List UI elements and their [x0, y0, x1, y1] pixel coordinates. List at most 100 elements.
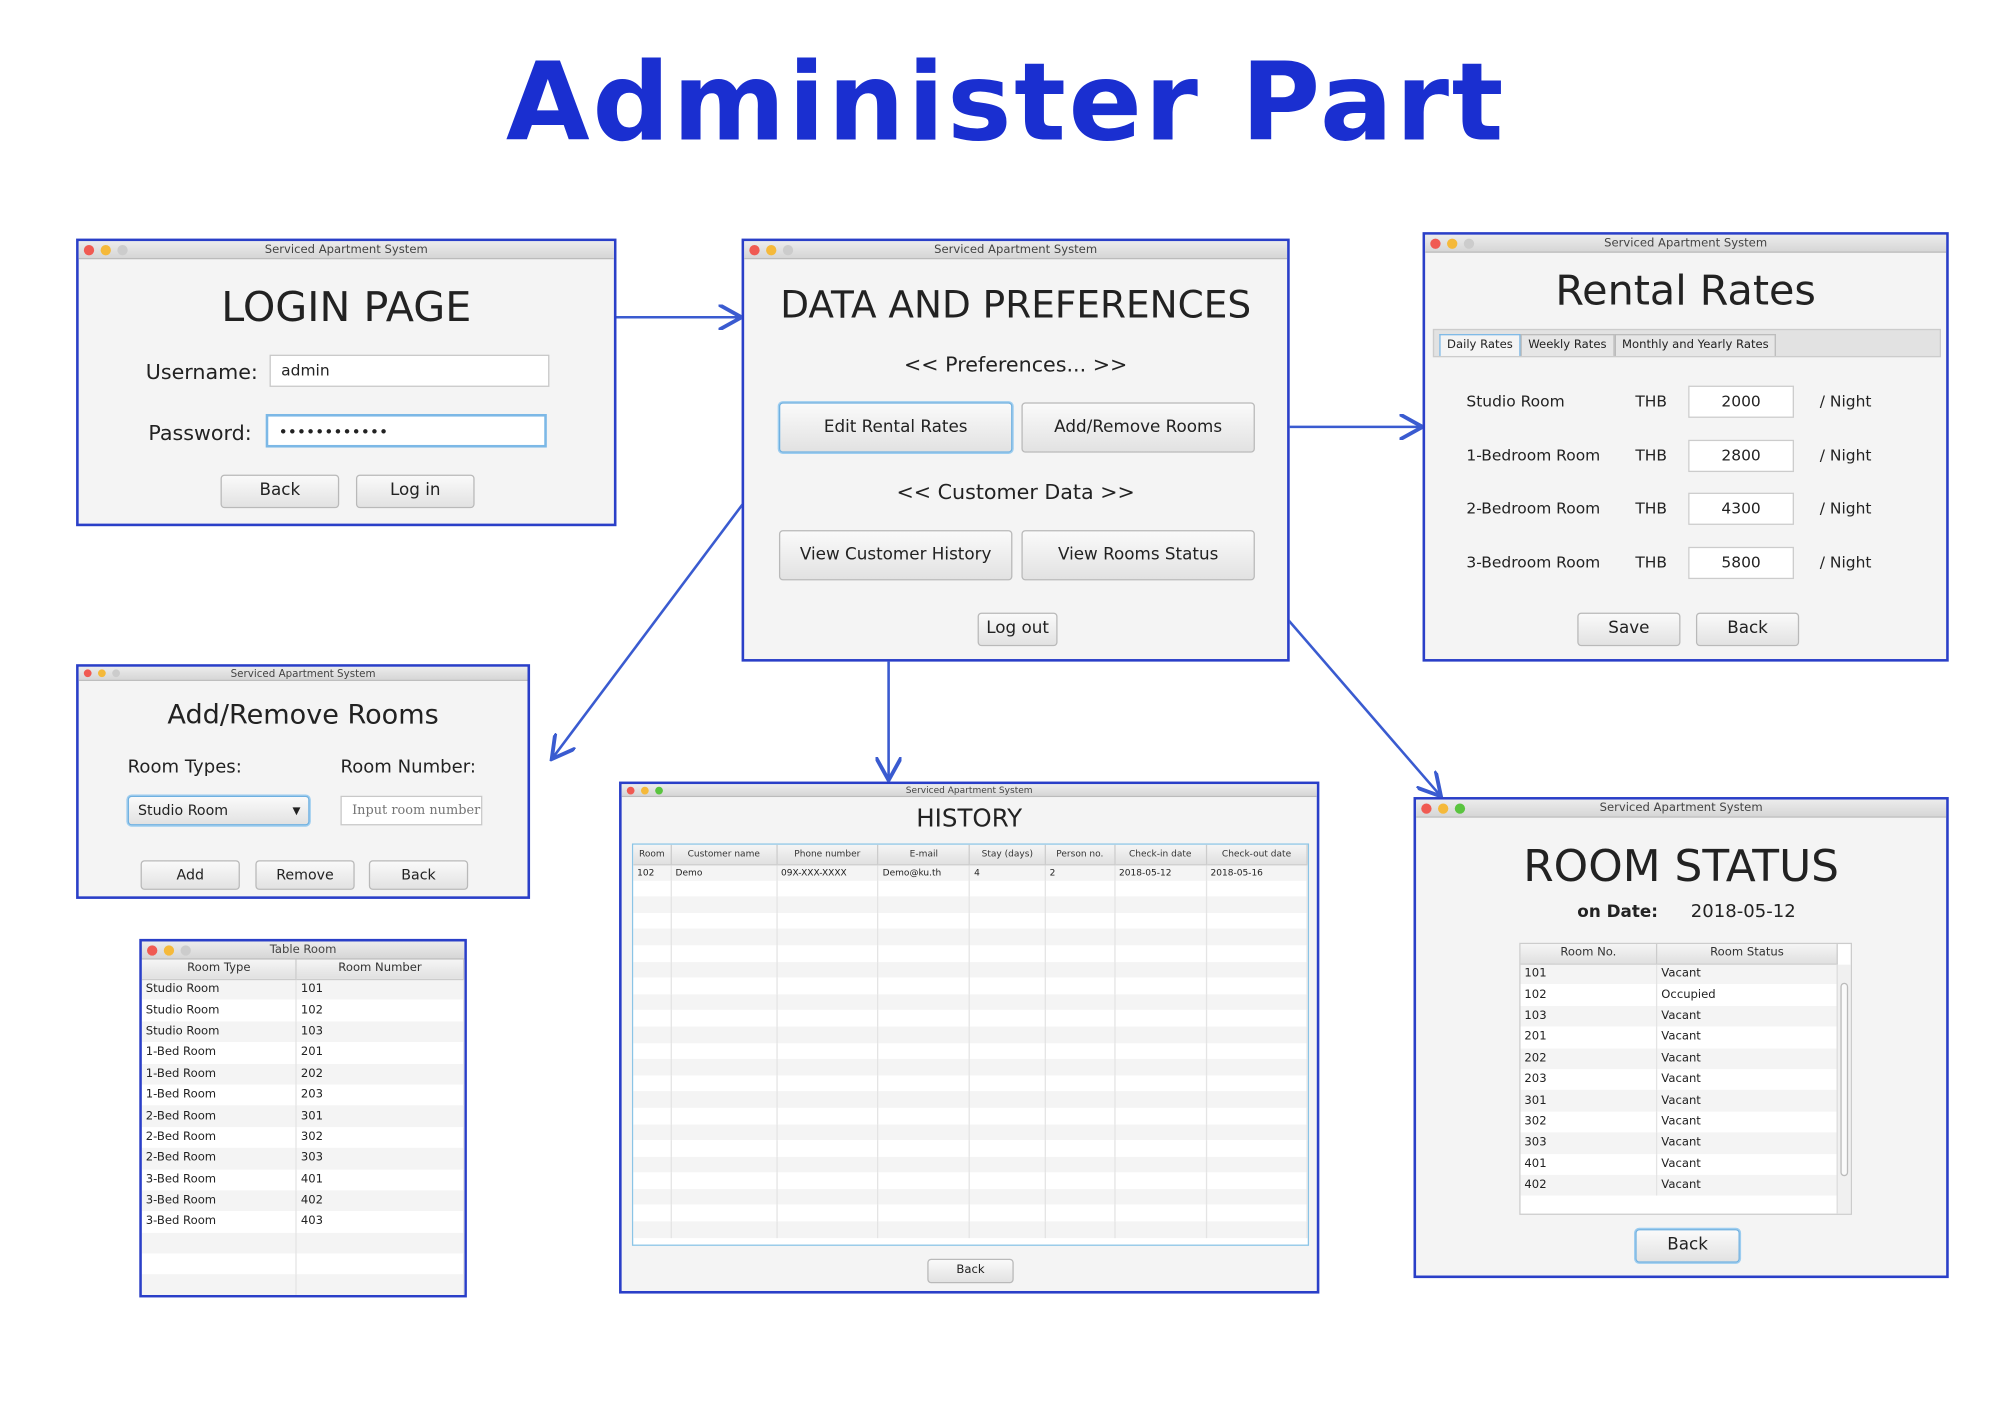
column-header[interactable]: Check-out date	[1205, 844, 1308, 865]
tab-0[interactable]: Daily Rates	[1439, 334, 1521, 356]
zoom-icon[interactable]	[1454, 803, 1466, 814]
table-row[interactable]: 1-Bed Room 203	[141, 1084, 465, 1106]
back-button[interactable]: Back	[1695, 612, 1800, 647]
minimize-icon[interactable]	[766, 245, 777, 256]
tab-2[interactable]: Monthly and Yearly Rates	[1614, 334, 1777, 356]
table-row[interactable]: 102 Demo 09X-XXX-XXXX Demo@ku.th 4 2 2018-05-1…	[633, 864, 1308, 881]
empty-row	[633, 1188, 1308, 1206]
empty-cell	[878, 929, 971, 946]
close-icon[interactable]	[626, 786, 635, 795]
table-row[interactable]: Studio Room 101	[141, 978, 465, 1001]
minimize-icon[interactable]	[163, 945, 175, 956]
close-icon[interactable]	[749, 245, 760, 256]
zoom-icon[interactable]	[112, 669, 120, 678]
column-header[interactable]: E-mail	[878, 844, 971, 865]
table-row[interactable]: 1-Bed Room 201	[141, 1042, 465, 1064]
table-cell: 102	[296, 1000, 465, 1022]
minimize-icon[interactable]	[100, 245, 111, 256]
table-row[interactable]: 302 Vacant	[1520, 1111, 1838, 1133]
add-button[interactable]: Add	[140, 860, 240, 890]
minimize-icon[interactable]	[1438, 803, 1449, 814]
table-row[interactable]: 2-Bed Room 301	[141, 1105, 465, 1127]
room-type-select[interactable]: Studio Room ▼	[127, 795, 310, 826]
table-row[interactable]: Studio Room 102	[141, 1000, 465, 1022]
login-button[interactable]: Log in	[355, 474, 475, 509]
username-input[interactable]: admin	[269, 354, 550, 387]
back-button[interactable]: Back	[927, 1258, 1014, 1284]
zoom-icon[interactable]	[117, 245, 128, 256]
tab-1[interactable]: Weekly Rates	[1520, 334, 1615, 356]
rate-input[interactable]: 4300	[1688, 492, 1794, 525]
add-remove-rooms-button[interactable]: Add/Remove Rooms	[1021, 402, 1255, 453]
table-row[interactable]: 2-Bed Room 303	[141, 1147, 465, 1170]
table-row[interactable]: 3-Bed Room 402	[141, 1190, 465, 1212]
scrollbar-thumb[interactable]	[1840, 982, 1849, 1177]
column-header[interactable]: Room Number	[296, 959, 465, 980]
close-icon[interactable]	[83, 669, 92, 678]
table-row[interactable]: 3-Bed Room 403	[141, 1211, 465, 1233]
table-row[interactable]: 3-Bed Room 401	[141, 1169, 465, 1191]
room-number-input[interactable]	[340, 795, 483, 826]
back-button[interactable]: Back	[368, 860, 469, 890]
rate-input[interactable]: 2000	[1688, 385, 1794, 418]
table-row[interactable]: 401 Vacant	[1520, 1153, 1838, 1175]
data-table[interactable]: Room No. Room Status 101 Vacant 102 Occupied 1…	[1520, 944, 1838, 1196]
zoom-icon[interactable]	[180, 945, 191, 956]
zoom-icon[interactable]	[1463, 238, 1475, 249]
scrollbar[interactable]	[1836, 964, 1851, 1214]
data-table[interactable]: Room Customer name Phone number E-mail Stay …	[633, 844, 1308, 1238]
table-row[interactable]: 101 Vacant	[1520, 963, 1838, 985]
table-row[interactable]: 202 Vacant	[1520, 1047, 1838, 1070]
table-row[interactable]: 103 Vacant	[1520, 1005, 1838, 1027]
column-header[interactable]: Room	[633, 844, 672, 865]
edit-rental-rates-button[interactable]: Edit Rental Rates	[778, 402, 1013, 453]
table-cell: 202	[296, 1063, 465, 1085]
empty-cell	[776, 1221, 879, 1238]
column-header[interactable]: Room No.	[1520, 944, 1658, 965]
close-icon[interactable]	[1430, 238, 1441, 249]
login-window: Serviced Apartment System LOGIN PAGE Use…	[76, 238, 617, 527]
status-table[interactable]: Room No. Room Status 101 Vacant 102 Occupied 1…	[1519, 942, 1853, 1215]
rate-input[interactable]: 2800	[1688, 439, 1794, 472]
minimize-icon[interactable]	[640, 786, 649, 795]
table-row[interactable]: 1-Bed Room 202	[141, 1063, 465, 1085]
empty-cell	[1045, 929, 1116, 946]
empty-cell	[969, 961, 1046, 978]
zoom-icon[interactable]	[655, 786, 663, 795]
column-header[interactable]: Stay (days)	[969, 844, 1046, 865]
view-customer-history-button[interactable]: View Customer History	[778, 530, 1013, 581]
empty-cell	[1114, 1221, 1207, 1238]
view-rooms-status-button[interactable]: View Rooms Status	[1021, 530, 1255, 581]
password-input[interactable]: ••••••••••••	[265, 413, 547, 448]
close-icon[interactable]	[147, 945, 158, 956]
minimize-icon[interactable]	[98, 669, 106, 678]
table-row[interactable]: 301 Vacant	[1520, 1090, 1838, 1112]
empty-row	[141, 1232, 465, 1254]
table-row[interactable]: 201 Vacant	[1520, 1026, 1838, 1048]
column-header[interactable]: Customer name	[671, 844, 778, 865]
column-header[interactable]: Check-in date	[1114, 844, 1207, 865]
logout-button[interactable]: Log out	[977, 612, 1058, 647]
table-row[interactable]: 102 Occupied	[1520, 984, 1838, 1006]
table-row[interactable]: 402 Vacant	[1520, 1174, 1838, 1196]
column-header[interactable]: Person no.	[1045, 844, 1116, 865]
column-header[interactable]: Room Type	[141, 959, 298, 980]
empty-cell	[969, 1026, 1046, 1043]
rate-input[interactable]: 5800	[1688, 546, 1794, 579]
save-button[interactable]: Save	[1577, 612, 1681, 647]
back-button[interactable]: Back	[1635, 1229, 1740, 1263]
column-header[interactable]: Room Status	[1656, 944, 1838, 965]
column-header[interactable]: Phone number	[776, 844, 879, 865]
close-icon[interactable]	[83, 245, 95, 256]
table-row[interactable]: 203 Vacant	[1520, 1069, 1838, 1091]
table-row[interactable]: 2-Bed Room 302	[141, 1126, 465, 1148]
minimize-icon[interactable]	[1447, 238, 1458, 249]
close-icon[interactable]	[1421, 803, 1432, 814]
zoom-icon[interactable]	[782, 245, 794, 256]
table-row[interactable]: 303 Vacant	[1520, 1132, 1838, 1154]
remove-button[interactable]: Remove	[255, 860, 355, 890]
data-table[interactable]: Room Type Room Number Studio Room 101 Studio…	[141, 959, 465, 1295]
table-row[interactable]: Studio Room 103	[141, 1021, 465, 1043]
back-button[interactable]: Back	[220, 474, 340, 509]
history-table[interactable]: Room Customer name Phone number E-mail Stay …	[631, 843, 1310, 1246]
